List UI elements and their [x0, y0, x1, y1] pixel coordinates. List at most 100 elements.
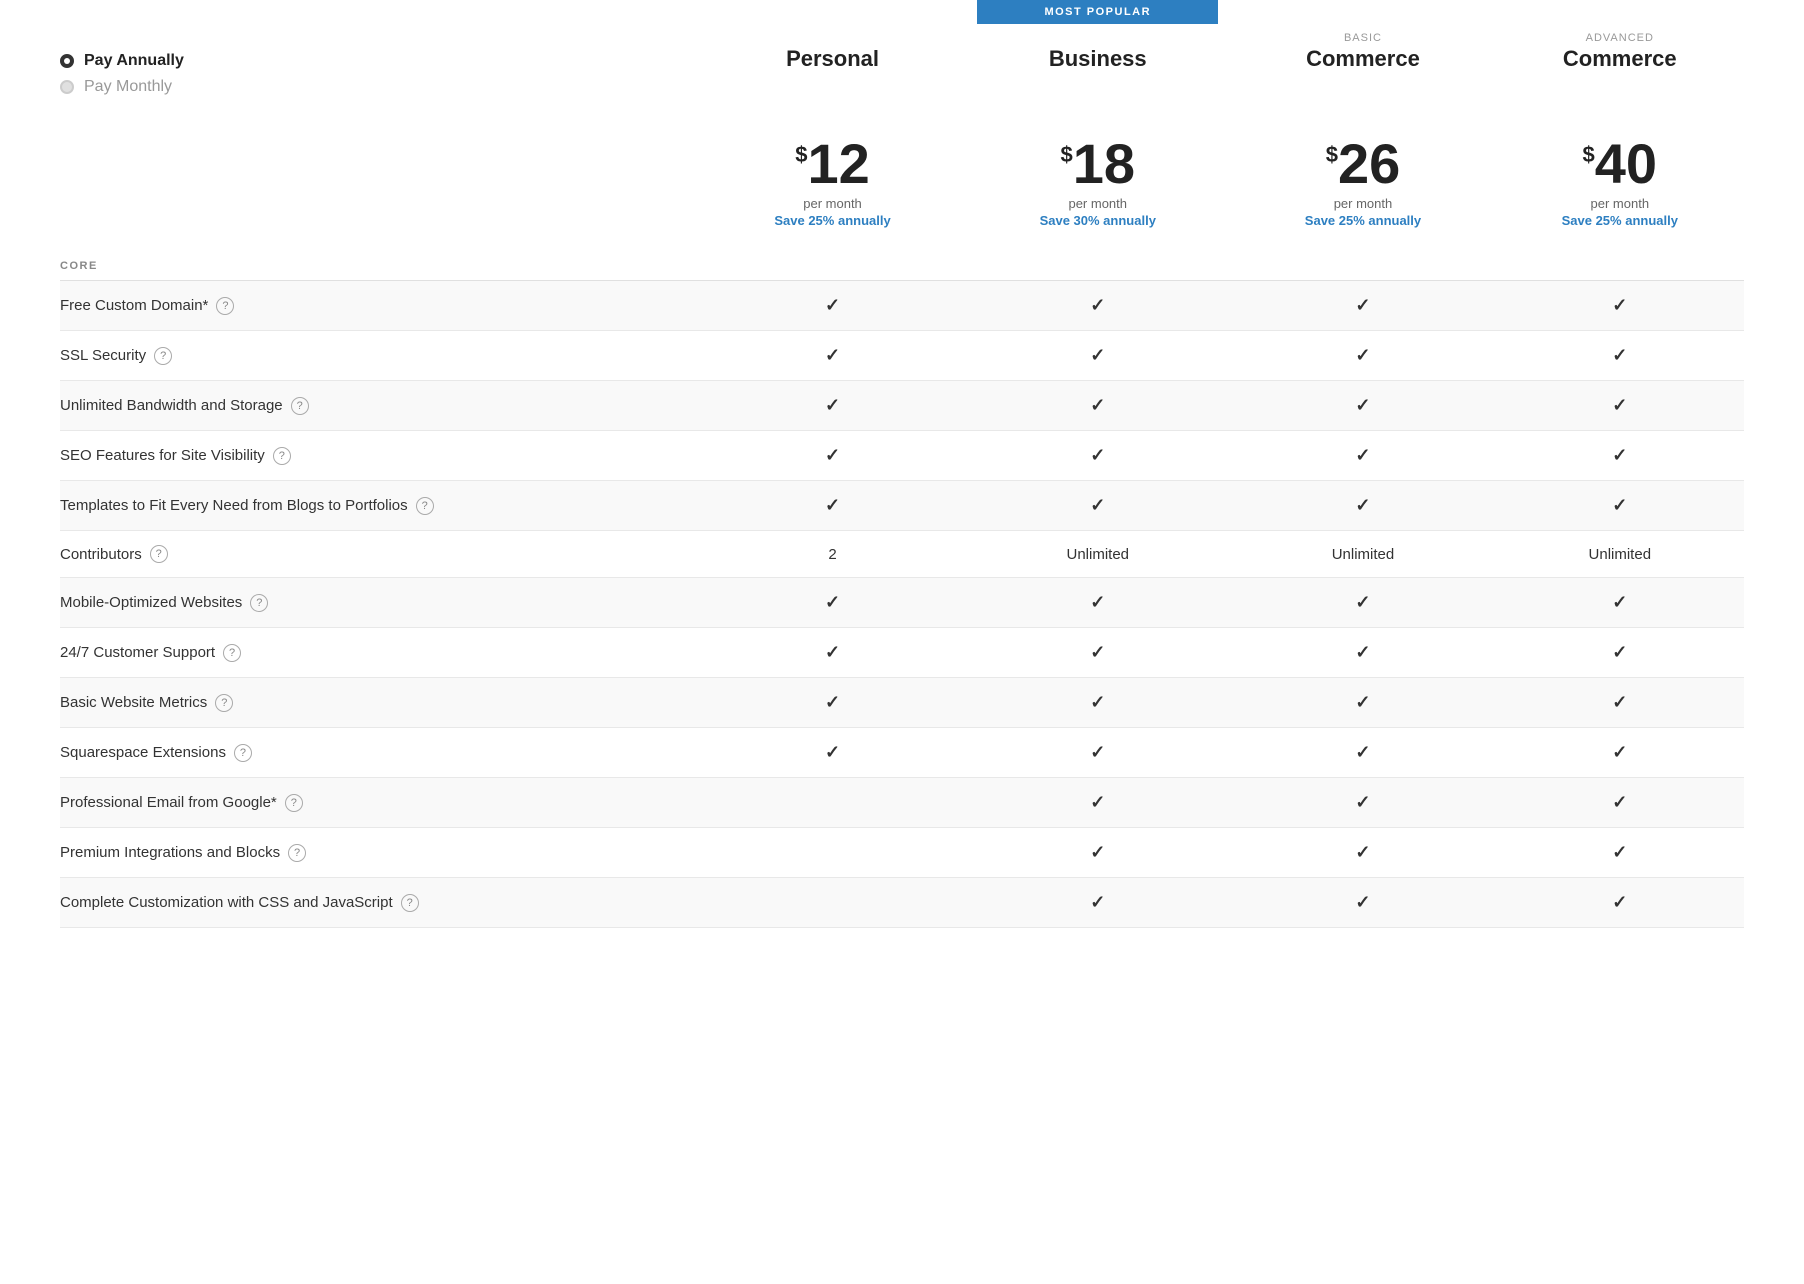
- feature-val-7-1: ✓: [965, 628, 1230, 678]
- feature-name-cell-5: Contributors ?: [60, 531, 700, 578]
- page-wrapper: MOST POPULAR Pay Annually: [0, 0, 1804, 988]
- core-section-label: CORE: [60, 232, 1744, 281]
- feature-row-metrics: Basic Website Metrics ? ✓ ✓ ✓ ✓: [60, 678, 1744, 728]
- feature-val-2-2: ✓: [1230, 381, 1495, 431]
- feature-val-10-1: ✓: [965, 778, 1230, 828]
- price-row: $ 12 per month Save 25% annually $ 18: [60, 126, 1744, 232]
- help-icon-1[interactable]: ?: [154, 347, 172, 365]
- feature-val-6-2: ✓: [1230, 578, 1495, 628]
- section-core: CORE: [60, 232, 1744, 281]
- feature-val-8-2: ✓: [1230, 678, 1495, 728]
- feature-val-11-1: ✓: [965, 828, 1230, 878]
- feature-val-7-2: ✓: [1230, 628, 1495, 678]
- feature-label-6: Mobile-Optimized Websites: [60, 594, 242, 611]
- feature-name-9: Squarespace Extensions ?: [60, 744, 252, 762]
- plan-header-row: Pay Annually Pay Monthly Personal: [60, 32, 1744, 126]
- most-popular-banner: MOST POPULAR: [977, 0, 1218, 24]
- feature-val-11-0: [700, 828, 965, 878]
- feature-label-9: Squarespace Extensions: [60, 744, 226, 761]
- feature-name-cell-12: Complete Customization with CSS and Java…: [60, 878, 700, 928]
- feature-val-7-0: ✓: [700, 628, 965, 678]
- pay-annually-option[interactable]: Pay Annually: [60, 52, 700, 70]
- feature-val-5-0: 2: [700, 531, 965, 578]
- feature-label-5: Contributors: [60, 546, 142, 563]
- feature-val-0-1: ✓: [965, 281, 1230, 331]
- feature-val-0-3: ✓: [1496, 281, 1744, 331]
- pay-monthly-radio[interactable]: [60, 80, 74, 94]
- personal-plan-name: Personal: [700, 46, 965, 72]
- help-icon-7[interactable]: ?: [223, 644, 241, 662]
- feature-name-10: Professional Email from Google* ?: [60, 794, 303, 812]
- help-icon-4[interactable]: ?: [416, 497, 434, 515]
- feature-name-2: Unlimited Bandwidth and Storage ?: [60, 397, 309, 415]
- feature-name-cell-1: SSL Security ?: [60, 331, 700, 381]
- feature-label-10: Professional Email from Google*: [60, 794, 277, 811]
- advanced-commerce-price-save: Save 25% annually: [1496, 213, 1744, 228]
- help-icon-2[interactable]: ?: [291, 397, 309, 415]
- feature-name-8: Basic Website Metrics ?: [60, 694, 233, 712]
- basic-commerce-price-number: 26: [1338, 136, 1400, 192]
- feature-val-9-2: ✓: [1230, 728, 1495, 778]
- personal-price-cell: $ 12 per month Save 25% annually: [700, 126, 965, 232]
- business-price-save: Save 30% annually: [965, 213, 1230, 228]
- feature-val-1-3: ✓: [1496, 331, 1744, 381]
- feature-name-6: Mobile-Optimized Websites ?: [60, 594, 268, 612]
- feature-val-2-3: ✓: [1496, 381, 1744, 431]
- feature-val-1-1: ✓: [965, 331, 1230, 381]
- help-icon-0[interactable]: ?: [216, 297, 234, 315]
- feature-val-12-2: ✓: [1230, 878, 1495, 928]
- help-icon-10[interactable]: ?: [285, 794, 303, 812]
- feature-val-8-0: ✓: [700, 678, 965, 728]
- feature-val-3-2: ✓: [1230, 431, 1495, 481]
- plan-header-basic-commerce: BASIC Commerce: [1230, 32, 1495, 126]
- personal-price-number: 12: [808, 136, 870, 192]
- basic-commerce-price-period: per month: [1230, 196, 1495, 211]
- feature-name-cell-10: Professional Email from Google* ?: [60, 778, 700, 828]
- feature-val-11-2: ✓: [1230, 828, 1495, 878]
- help-icon-3[interactable]: ?: [273, 447, 291, 465]
- feature-label-7: 24/7 Customer Support: [60, 644, 215, 661]
- feature-val-10-0: [700, 778, 965, 828]
- pay-annually-radio[interactable]: [60, 54, 74, 68]
- basic-tier-label: BASIC: [1230, 32, 1495, 44]
- feature-name-cell-8: Basic Website Metrics ?: [60, 678, 700, 728]
- feature-label-12: Complete Customization with CSS and Java…: [60, 894, 393, 911]
- feature-name-cell-0: Free Custom Domain* ?: [60, 281, 700, 331]
- feature-val-0-2: ✓: [1230, 281, 1495, 331]
- help-icon-6[interactable]: ?: [250, 594, 268, 612]
- feature-val-5-2: Unlimited: [1230, 531, 1495, 578]
- feature-val-10-3: ✓: [1496, 778, 1744, 828]
- feature-val-2-1: ✓: [965, 381, 1230, 431]
- help-icon-12[interactable]: ?: [401, 894, 419, 912]
- feature-val-1-2: ✓: [1230, 331, 1495, 381]
- feature-row-pro-email: Professional Email from Google* ? ✓ ✓ ✓: [60, 778, 1744, 828]
- advanced-commerce-plan-name: Commerce: [1496, 46, 1744, 72]
- business-price-cell: $ 18 per month Save 30% annually: [965, 126, 1230, 232]
- feature-val-2-0: ✓: [700, 381, 965, 431]
- plan-header-advanced-commerce: ADVANCED Commerce: [1496, 32, 1744, 126]
- feature-name-cell-11: Premium Integrations and Blocks ?: [60, 828, 700, 878]
- feature-val-3-0: ✓: [700, 431, 965, 481]
- feature-row-css-js: Complete Customization with CSS and Java…: [60, 878, 1744, 928]
- feature-label-3: SEO Features for Site Visibility: [60, 447, 265, 464]
- business-price-amount: $ 18: [1060, 136, 1135, 192]
- pay-monthly-option[interactable]: Pay Monthly: [60, 78, 700, 96]
- help-icon-5[interactable]: ?: [150, 545, 168, 563]
- basic-commerce-price-save: Save 25% annually: [1230, 213, 1495, 228]
- feature-row-bandwidth: Unlimited Bandwidth and Storage ? ✓ ✓ ✓ …: [60, 381, 1744, 431]
- feature-val-9-1: ✓: [965, 728, 1230, 778]
- feature-val-12-3: ✓: [1496, 878, 1744, 928]
- business-tier-label: [965, 32, 1230, 44]
- feature-name-cell-7: 24/7 Customer Support ?: [60, 628, 700, 678]
- help-icon-9[interactable]: ?: [234, 744, 252, 762]
- feature-row-support: 24/7 Customer Support ? ✓ ✓ ✓ ✓: [60, 628, 1744, 678]
- feature-val-3-3: ✓: [1496, 431, 1744, 481]
- feature-row-extensions: Squarespace Extensions ? ✓ ✓ ✓ ✓: [60, 728, 1744, 778]
- feature-val-6-1: ✓: [965, 578, 1230, 628]
- feature-val-4-2: ✓: [1230, 481, 1495, 531]
- feature-val-6-3: ✓: [1496, 578, 1744, 628]
- pricing-table: MOST POPULAR Pay Annually: [60, 0, 1744, 928]
- advanced-commerce-price-cell: $ 40 per month Save 25% annually: [1496, 126, 1744, 232]
- help-icon-8[interactable]: ?: [215, 694, 233, 712]
- help-icon-11[interactable]: ?: [288, 844, 306, 862]
